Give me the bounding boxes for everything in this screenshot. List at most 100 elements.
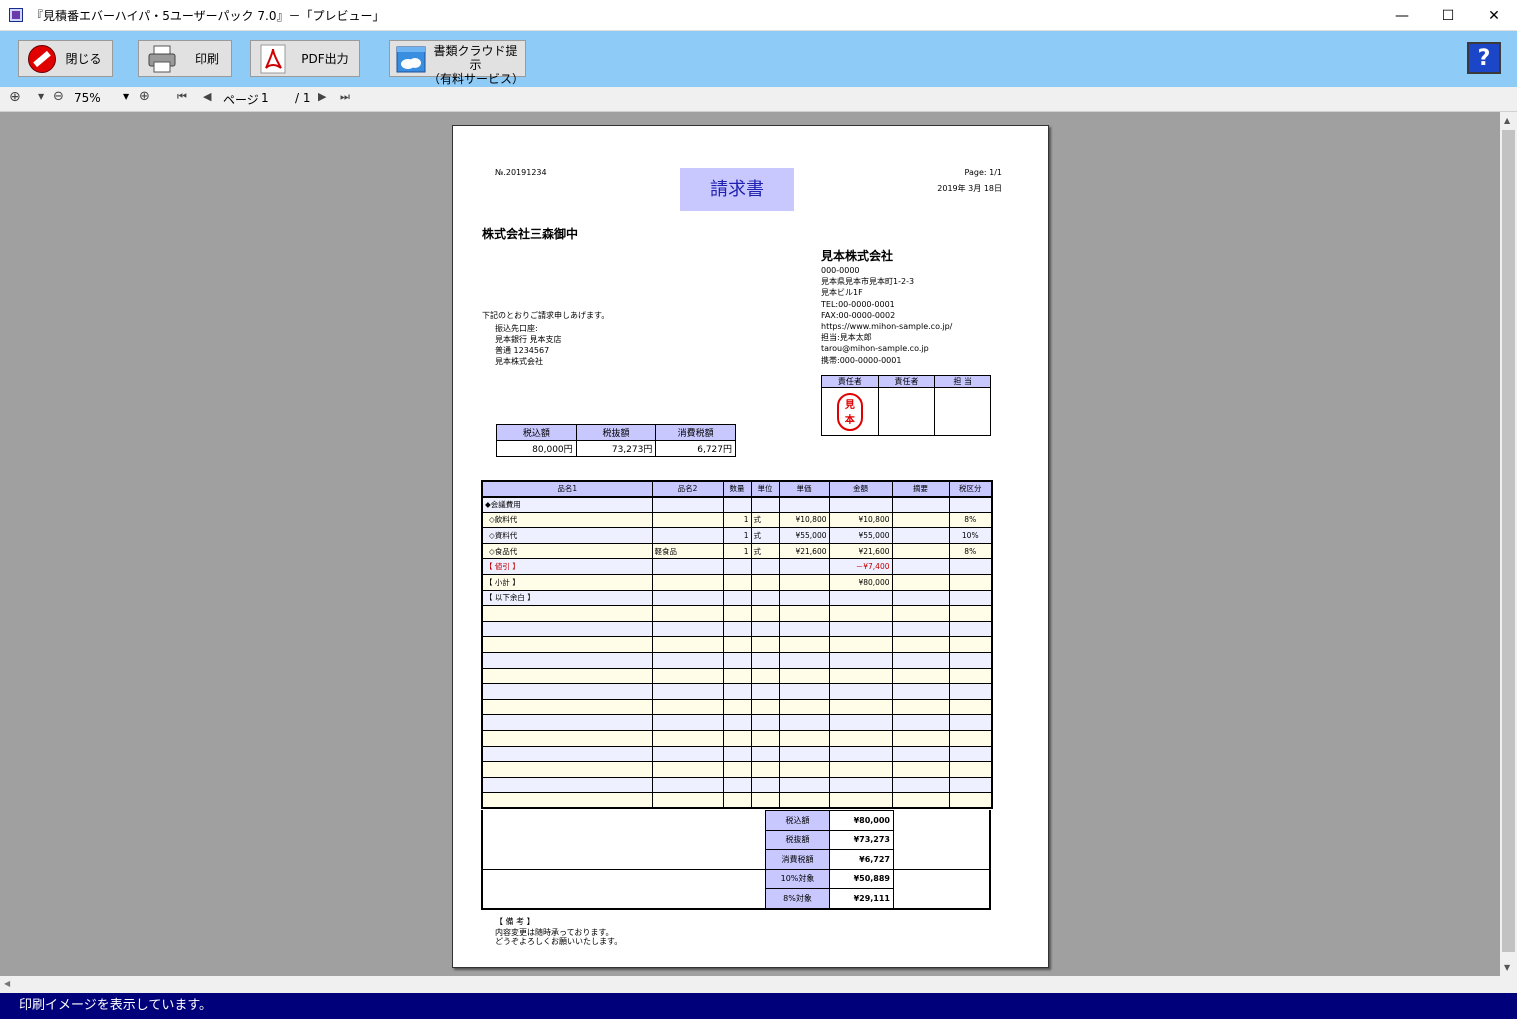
vertical-scrollbar[interactable]: ▲ ▼ [1500,112,1517,976]
items-header-row: 品名1 品名2 数量 単位 単価 金額 摘要 税区分 [481,480,993,498]
minimize-button[interactable]: — [1379,0,1425,31]
table-cell [891,745,950,763]
summary-table: 税込額 税抜額 消費税額 80,000円 73,273円 6,727円 [496,424,736,457]
prev-page-icon[interactable]: ◀ [203,90,211,103]
zoom-out-icon[interactable]: ⊖ [53,89,64,104]
close-window-button[interactable]: ✕ [1471,0,1517,31]
items-header-cell: 数量 [722,480,752,498]
first-page-icon[interactable]: ⏮ [177,90,187,104]
table-cell [651,636,724,654]
table-cell: ¥55,000 [778,527,830,544]
table-cell [651,574,724,591]
table-cell [722,698,752,716]
summary-header: 消費税額 [655,424,736,441]
next-page-icon[interactable]: ▶ [318,90,326,103]
table-cell [778,698,830,716]
company-line: FAX:00-0000-0002 [821,310,896,320]
status-bar: 印刷イメージを表示しています。 [0,993,1517,1019]
last-page-icon[interactable]: ⏭ [340,90,350,104]
table-cell [651,714,724,731]
bank-info: 振込先口座: 見本銀行 見本支店 普通 1234567 見本株式会社 [495,323,562,367]
table-cell [828,776,893,794]
close-button[interactable]: 閉じる [18,40,113,77]
scroll-thumb[interactable] [1502,130,1515,952]
table-cell [651,527,724,544]
maximize-button[interactable]: ☐ [1425,0,1471,31]
table-cell [891,574,950,591]
zoom-select-arrow-icon[interactable]: ▼ [123,92,129,101]
table-cell [750,667,780,685]
table-row [481,776,993,794]
pdf-export-button[interactable]: PDF出力 [250,40,360,77]
zoom-dropdown-icon[interactable]: ▼ [38,92,44,101]
table-cell: ◆会議費用 [481,496,653,513]
table-cell [481,761,653,778]
table-cell [651,792,724,809]
table-cell [948,683,993,700]
scroll-down-icon[interactable]: ▼ [1504,963,1510,972]
table-cell [891,542,950,560]
table-cell [750,496,780,513]
table-cell [651,652,724,669]
table-cell [891,558,950,576]
table-cell: ¥10,800 [778,511,830,529]
table-cell [948,761,993,778]
items-header-cell: 税区分 [948,480,993,498]
table-cell [651,511,724,529]
table-row [481,667,993,685]
table-cell [891,636,950,654]
company-address: 000-0000 見本県見本市見本町1-2-3 見本ビル1F TEL:00-00… [821,265,952,366]
invoice-message: 下記のとおりご請求申しあげます。 [482,311,610,320]
table-cell [722,496,752,513]
print-button[interactable]: 印刷 [138,40,232,77]
status-text: 印刷イメージを表示しています。 [19,998,213,1013]
table-cell [722,605,752,622]
table-cell [750,761,780,778]
zoom-in-icon[interactable]: ⊕ [139,89,150,104]
table-cell [651,496,724,513]
table-cell: 1 [722,527,752,544]
table-row: ◇資料代 1 式 ¥55,000 ¥55,000 10% [481,527,993,544]
print-button-label: 印刷 [194,52,219,66]
table-cell [778,558,830,576]
page-current-input[interactable]: 1 [261,91,269,105]
zoom-icon[interactable]: ⊕ [9,89,21,105]
table-cell [948,605,993,622]
table-cell [891,527,950,544]
table-cell [891,683,950,700]
scroll-up-icon[interactable]: ▲ [1504,116,1510,125]
totals-label: 税抜額 [765,829,830,850]
table-cell: 1 [722,511,752,529]
company-line: 担当:見本太郎 [821,333,872,343]
totals-row: 10%対象 ¥50,889 [765,868,894,889]
table-cell [722,652,752,669]
zoom-value[interactable]: 75% [74,91,101,105]
table-cell [828,496,893,513]
horizontal-scrollbar[interactable]: ◀ [0,976,1517,993]
window-controls: — ☐ ✕ [1379,0,1517,31]
table-cell: ◇資料代 [481,527,653,544]
totals-value: ¥50,889 [829,868,894,889]
stamp-line2: 本 [844,414,855,426]
invoice-page: №.20191234 請求書 Page: 1/1 2019年 3月 18日 株式… [452,125,1049,968]
table-row: ◇食品代 軽食品 1 式 ¥21,600 ¥21,600 8% [481,542,993,560]
bank-line: 普通 1234567 [495,346,550,355]
table-cell [778,714,830,731]
scroll-left-icon[interactable]: ◀ [4,979,10,988]
help-icon: ? [1477,45,1491,71]
table-cell [651,730,724,747]
cloud-submit-button[interactable]: 書類クラウド提示 （有料サービス） [389,40,526,86]
table-row: 【 値引 】 －¥7,400 [481,558,993,576]
table-cell [722,574,752,591]
table-cell [481,683,653,700]
table-cell: －¥7,400 [828,558,893,576]
table-cell [750,745,780,763]
table-cell [891,714,950,731]
table-cell [948,776,993,794]
preview-viewport[interactable]: №.20191234 請求書 Page: 1/1 2019年 3月 18日 株式… [0,112,1500,976]
summary-value: 73,273円 [575,440,657,457]
table-cell [778,745,830,763]
company-line: 携帯:000-0000-0001 [821,355,902,365]
table-cell [750,683,780,700]
help-button[interactable]: ? [1467,42,1501,74]
